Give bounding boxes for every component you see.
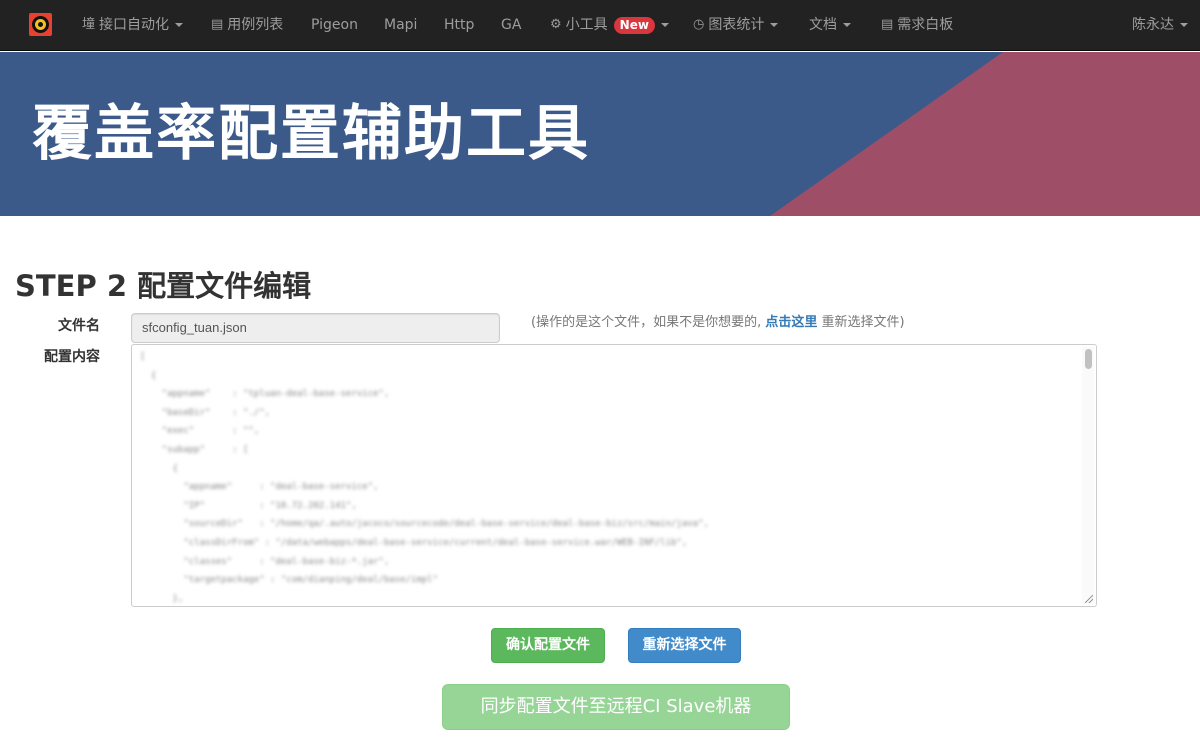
step-title: STEP 2 配置文件编辑 (15, 269, 312, 303)
nav-http[interactable]: Http (444, 0, 474, 50)
code-line: { (140, 370, 157, 381)
editor-scrollbar[interactable] (1082, 347, 1094, 604)
chevron-down-icon (660, 23, 669, 27)
code-line: "baseDir" : "./", (140, 407, 271, 418)
nav-tools[interactable]: ⚙ 小工具 New (550, 0, 669, 50)
nav-requirements-board[interactable]: ▤ 需求白板 (881, 0, 953, 50)
editor-scroll-thumb[interactable] (1085, 349, 1092, 369)
content-label: 配置内容 (44, 349, 100, 365)
code-line: "classDirFrom" : "/data/webapps/deal-bas… (140, 537, 688, 548)
banner-title: 覆盖率配置辅助工具 (32, 99, 590, 169)
code-line: "targetpackage" : "com/dianping/deal/bas… (140, 575, 439, 586)
code-line: "exec" : "", (140, 426, 260, 437)
confirm-config-button[interactable]: 确认配置文件 (491, 628, 605, 663)
code-line: "sourceDir" : "/home/qa/.auto/jacoco/sou… (140, 519, 709, 530)
top-navbar: 墥 接口自动化 ▤ 用例列表 Pigeon Mapi Http GA ⚙ 小工具… (0, 0, 1200, 51)
reselect-link[interactable]: 点击这里 (765, 315, 817, 330)
user-name: 陈永达 (1132, 17, 1174, 33)
code-line: "subapp" : [ (140, 444, 249, 455)
nav-interface-automation[interactable]: 墥 接口自动化 (82, 0, 184, 50)
chevron-down-icon (175, 23, 184, 27)
nav-user-menu[interactable]: 陈永达 (1132, 0, 1188, 50)
code-line: "IP" : "10.72.202.141", (140, 500, 357, 511)
sync-to-ci-slave-button[interactable]: 同步配置文件至远程CI Slave机器 (442, 684, 790, 730)
reselect-file-button[interactable]: 重新选择文件 (628, 628, 741, 663)
code-line: { (140, 463, 178, 474)
nav-case-list[interactable]: ▤ 用例列表 (211, 0, 283, 50)
filename-field: sfconfig_tuan.json (131, 313, 500, 343)
dashboard-icon: ◷ (693, 17, 705, 32)
list-icon: ▤ (881, 17, 894, 32)
config-content-textarea[interactable]: [ { "appname" : "tpluan-deal-base-servic… (131, 344, 1097, 607)
brand-logo[interactable] (29, 13, 52, 36)
filename-label: 文件名 (58, 318, 100, 334)
page-banner: 覆盖率配置辅助工具 (0, 52, 1200, 216)
code-line: "classes" : "deal-base-biz-*.jar", (140, 556, 390, 567)
new-badge: New (613, 16, 655, 34)
nav-ga[interactable]: GA (501, 0, 521, 50)
list-icon: ▤ (211, 17, 224, 32)
nav-mapi[interactable]: Mapi (384, 0, 417, 50)
chevron-down-icon (770, 23, 779, 27)
filename-hint: (操作的是这个文件，如果不是你想要的, 点击这里 重新选择文件) (531, 315, 905, 330)
nav-pigeon[interactable]: Pigeon (311, 0, 358, 50)
barcode-icon: 墥 (82, 17, 96, 32)
chevron-down-icon (1180, 23, 1188, 27)
nav-chart-stats[interactable]: ◷ 图表统计 (693, 0, 779, 50)
nav-docs[interactable]: 文档 (809, 0, 851, 50)
resize-handle-icon[interactable] (1085, 595, 1093, 603)
code-line: "appname" : "tpluan-deal-base-service", (140, 389, 390, 400)
code-line: }, (140, 593, 184, 604)
config-content-text: [ { "appname" : "tpluan-deal-base-servic… (140, 348, 709, 606)
chevron-down-icon (843, 23, 851, 27)
code-line: "appname" : "deal-base-service", (140, 482, 379, 493)
gear-icon: ⚙ (550, 17, 562, 32)
code-line: [ (140, 352, 146, 362)
